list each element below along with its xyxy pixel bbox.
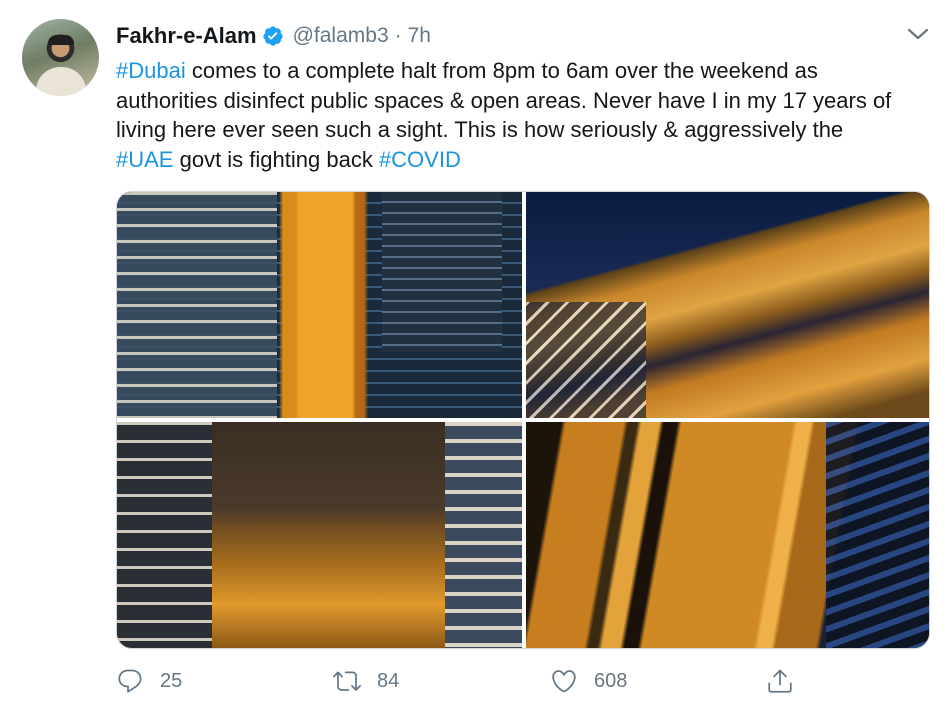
verified-badge-icon bbox=[262, 26, 283, 46]
reply-count: 25 bbox=[160, 669, 183, 692]
hashtag-covid[interactable]: #COVID bbox=[379, 147, 461, 172]
photo-3[interactable] bbox=[117, 422, 522, 648]
retweet-icon bbox=[333, 671, 361, 691]
avatar[interactable] bbox=[22, 19, 99, 96]
display-name[interactable]: Fakhr-e-Alam bbox=[116, 23, 257, 49]
photo-2[interactable] bbox=[526, 192, 929, 418]
share-button[interactable] bbox=[766, 664, 794, 698]
action-bar: 25 84 608 bbox=[116, 664, 816, 698]
media-grid bbox=[116, 191, 930, 649]
retweet-button[interactable]: 84 bbox=[333, 664, 399, 698]
tweet-header: Fakhr-e-Alam @falamb3 · 7h bbox=[116, 22, 431, 50]
like-button[interactable]: 608 bbox=[550, 664, 627, 698]
tweet: Fakhr-e-Alam @falamb3 · 7h #Dubai comes … bbox=[0, 0, 951, 709]
hashtag-uae[interactable]: #UAE bbox=[116, 147, 173, 172]
chevron-down-icon[interactable] bbox=[906, 24, 930, 44]
like-count: 608 bbox=[594, 669, 628, 692]
photo-4[interactable] bbox=[526, 422, 929, 648]
separator-dot: · bbox=[394, 24, 402, 47]
reply-icon bbox=[118, 669, 142, 693]
hashtag-dubai[interactable]: #Dubai bbox=[116, 58, 186, 83]
retweet-count: 84 bbox=[377, 669, 400, 692]
timestamp[interactable]: 7h bbox=[408, 24, 431, 48]
share-icon bbox=[768, 669, 792, 693]
reply-button[interactable]: 25 bbox=[116, 664, 182, 698]
photo-1[interactable] bbox=[117, 192, 522, 418]
tweet-text-part: comes to a complete halt from 8pm to 6am… bbox=[116, 58, 892, 143]
avatar-body bbox=[36, 67, 86, 96]
tweet-text: #Dubai comes to a complete halt from 8pm… bbox=[116, 56, 906, 174]
heart-icon bbox=[552, 670, 576, 693]
tweet-text-part: govt is fighting back bbox=[173, 146, 379, 172]
handle[interactable]: @falamb3 bbox=[293, 24, 389, 48]
avatar-cap bbox=[48, 35, 74, 45]
